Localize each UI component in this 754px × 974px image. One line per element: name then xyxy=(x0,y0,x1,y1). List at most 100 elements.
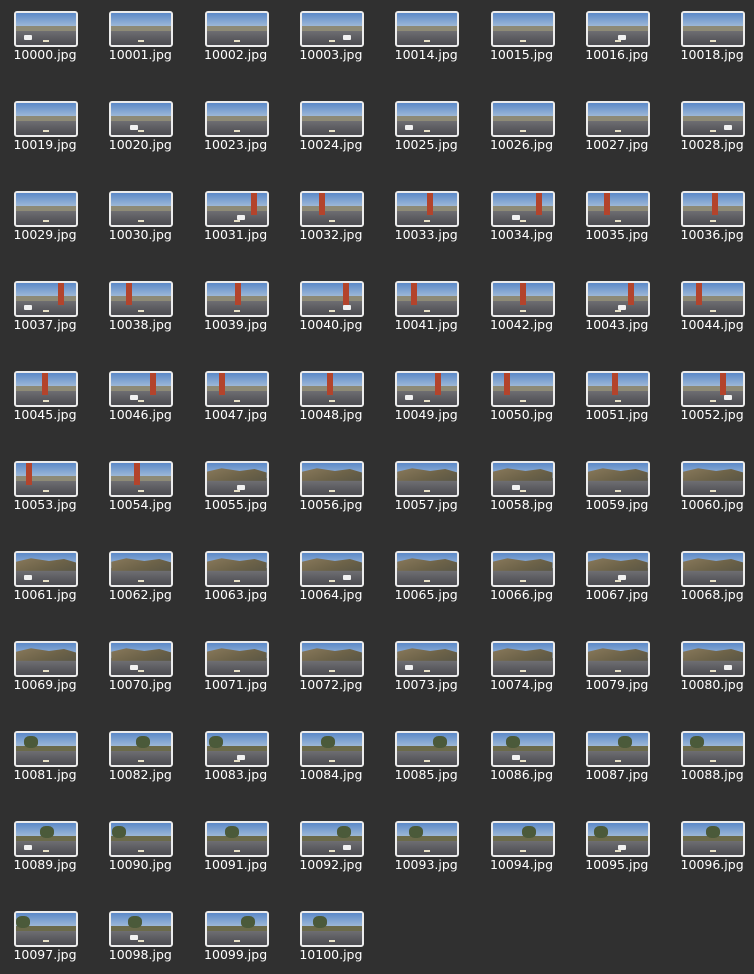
file-item[interactable]: 10060.jpg xyxy=(667,450,754,520)
file-item[interactable]: 10085.jpg xyxy=(381,720,476,790)
file-item[interactable]: 10033.jpg xyxy=(381,180,476,250)
file-item[interactable]: 10082.jpg xyxy=(95,720,190,790)
file-item[interactable]: 10046.jpg xyxy=(95,360,190,430)
file-item[interactable]: 10043.jpg xyxy=(572,270,667,340)
file-item[interactable]: 10094.jpg xyxy=(477,810,572,880)
file-item[interactable]: 10068.jpg xyxy=(667,540,754,610)
file-name-label: 10091.jpg xyxy=(204,857,268,872)
file-item[interactable]: 10045.jpg xyxy=(0,360,95,430)
file-item[interactable]: 10032.jpg xyxy=(286,180,381,250)
file-item[interactable]: 10029.jpg xyxy=(0,180,95,250)
file-name-label: 10043.jpg xyxy=(585,317,649,332)
file-name-label: 10068.jpg xyxy=(680,587,744,602)
file-item[interactable]: 10067.jpg xyxy=(572,540,667,610)
file-item[interactable]: 10065.jpg xyxy=(381,540,476,610)
file-item[interactable]: 10030.jpg xyxy=(95,180,190,250)
file-item[interactable]: 10047.jpg xyxy=(191,360,286,430)
file-item[interactable]: 10058.jpg xyxy=(477,450,572,520)
file-item[interactable]: 10027.jpg xyxy=(572,90,667,160)
file-item[interactable]: 10052.jpg xyxy=(667,360,754,430)
file-item[interactable]: 10000.jpg xyxy=(0,0,95,70)
file-item[interactable]: 10055.jpg xyxy=(191,450,286,520)
file-item[interactable]: 10016.jpg xyxy=(572,0,667,70)
file-item[interactable]: 10072.jpg xyxy=(286,630,381,700)
file-item[interactable]: 10003.jpg xyxy=(286,0,381,70)
image-thumbnail xyxy=(681,821,746,857)
file-item[interactable]: 10025.jpg xyxy=(381,90,476,160)
file-item[interactable]: 10050.jpg xyxy=(477,360,572,430)
file-item[interactable]: 10059.jpg xyxy=(572,450,667,520)
file-item[interactable]: 10100.jpg xyxy=(286,900,381,970)
file-item[interactable]: 10088.jpg xyxy=(667,720,754,790)
file-item[interactable]: 10083.jpg xyxy=(191,720,286,790)
file-item[interactable]: 10037.jpg xyxy=(0,270,95,340)
file-item[interactable]: 10035.jpg xyxy=(572,180,667,250)
file-name-label: 10093.jpg xyxy=(394,857,458,872)
file-item[interactable]: 10038.jpg xyxy=(95,270,190,340)
file-item[interactable]: 10002.jpg xyxy=(191,0,286,70)
file-item[interactable]: 10081.jpg xyxy=(0,720,95,790)
file-item[interactable]: 10056.jpg xyxy=(286,450,381,520)
file-item[interactable]: 10079.jpg xyxy=(572,630,667,700)
file-item[interactable]: 10057.jpg xyxy=(381,450,476,520)
image-thumbnail xyxy=(109,821,174,857)
file-name-label: 10035.jpg xyxy=(585,227,649,242)
file-item[interactable]: 10086.jpg xyxy=(477,720,572,790)
file-item[interactable]: 10069.jpg xyxy=(0,630,95,700)
file-item[interactable]: 10042.jpg xyxy=(477,270,572,340)
file-item[interactable]: 10051.jpg xyxy=(572,360,667,430)
file-item[interactable]: 10020.jpg xyxy=(95,90,190,160)
file-item[interactable]: 10031.jpg xyxy=(191,180,286,250)
file-item[interactable]: 10028.jpg xyxy=(667,90,754,160)
file-item[interactable]: 10026.jpg xyxy=(477,90,572,160)
file-item[interactable]: 10053.jpg xyxy=(0,450,95,520)
file-item[interactable]: 10015.jpg xyxy=(477,0,572,70)
file-item[interactable]: 10034.jpg xyxy=(477,180,572,250)
file-item[interactable]: 10014.jpg xyxy=(381,0,476,70)
file-item[interactable]: 10041.jpg xyxy=(381,270,476,340)
file-name-label: 10030.jpg xyxy=(108,227,172,242)
file-item[interactable]: 10087.jpg xyxy=(572,720,667,790)
file-item[interactable]: 10084.jpg xyxy=(286,720,381,790)
file-item[interactable]: 10071.jpg xyxy=(191,630,286,700)
image-thumbnail xyxy=(109,641,174,677)
file-name-label: 10098.jpg xyxy=(108,947,172,962)
file-item[interactable]: 10063.jpg xyxy=(191,540,286,610)
file-item[interactable]: 10096.jpg xyxy=(667,810,754,880)
file-item[interactable]: 10080.jpg xyxy=(667,630,754,700)
file-name-label: 10046.jpg xyxy=(108,407,172,422)
file-item[interactable]: 10091.jpg xyxy=(191,810,286,880)
file-item[interactable]: 10095.jpg xyxy=(572,810,667,880)
file-item[interactable]: 10061.jpg xyxy=(0,540,95,610)
file-item[interactable]: 10040.jpg xyxy=(286,270,381,340)
file-item[interactable]: 10062.jpg xyxy=(95,540,190,610)
file-name-label: 10055.jpg xyxy=(204,497,268,512)
file-item[interactable]: 10049.jpg xyxy=(381,360,476,430)
file-name-label: 10042.jpg xyxy=(489,317,554,332)
file-item[interactable]: 10099.jpg xyxy=(191,900,286,970)
file-item[interactable]: 10070.jpg xyxy=(95,630,190,700)
file-item[interactable]: 10018.jpg xyxy=(667,0,754,70)
file-item[interactable]: 10064.jpg xyxy=(286,540,381,610)
file-item[interactable]: 10074.jpg xyxy=(477,630,572,700)
file-item[interactable]: 10001.jpg xyxy=(95,0,190,70)
file-item[interactable]: 10054.jpg xyxy=(95,450,190,520)
file-item[interactable]: 10073.jpg xyxy=(381,630,476,700)
file-item[interactable]: 10044.jpg xyxy=(667,270,754,340)
file-item[interactable]: 10092.jpg xyxy=(286,810,381,880)
file-item[interactable]: 10039.jpg xyxy=(191,270,286,340)
file-name-label: 10074.jpg xyxy=(489,677,554,692)
file-item[interactable]: 10048.jpg xyxy=(286,360,381,430)
file-item[interactable]: 10024.jpg xyxy=(286,90,381,160)
file-name-label: 10064.jpg xyxy=(299,587,363,602)
file-item[interactable]: 10023.jpg xyxy=(191,90,286,160)
file-item[interactable]: 10019.jpg xyxy=(0,90,95,160)
file-item[interactable]: 10089.jpg xyxy=(0,810,95,880)
file-item[interactable]: 10093.jpg xyxy=(381,810,476,880)
file-item[interactable]: 10066.jpg xyxy=(477,540,572,610)
file-item[interactable]: 10090.jpg xyxy=(95,810,190,880)
file-item[interactable]: 10097.jpg xyxy=(0,900,95,970)
file-item[interactable]: 10036.jpg xyxy=(667,180,754,250)
image-thumbnail xyxy=(585,101,650,137)
file-item[interactable]: 10098.jpg xyxy=(95,900,190,970)
